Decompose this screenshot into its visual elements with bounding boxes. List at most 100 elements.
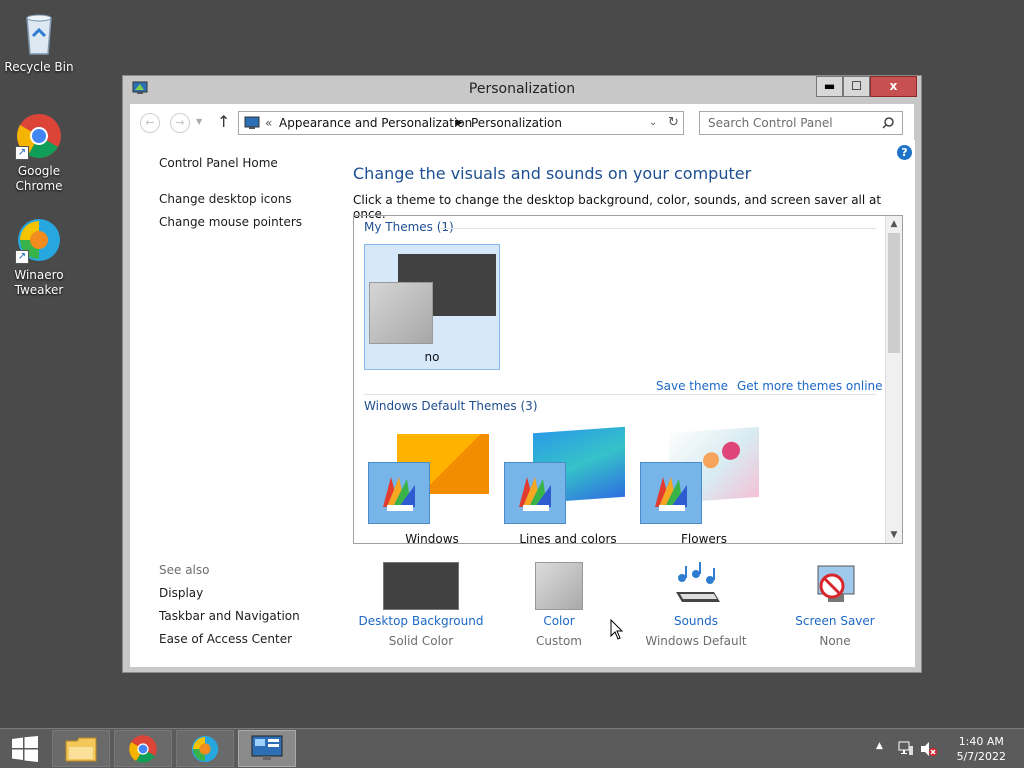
section-divider [440, 228, 876, 229]
breadcrumb-separator-icon[interactable]: ▶ [456, 112, 463, 134]
theme-name: Flowers [681, 532, 727, 544]
section-divider [364, 394, 876, 395]
taskbar-winaero-tweaker[interactable] [176, 730, 234, 767]
chrome-icon: ↗ [15, 112, 63, 160]
color-palette-icon [368, 462, 430, 524]
breadcrumb-personalization[interactable]: Personalization [471, 112, 562, 134]
search-icon [882, 117, 894, 129]
taskbar: ▲ 1:40 AM 5/7/2022 [0, 728, 1024, 768]
recycle-bin-icon [15, 8, 63, 56]
desktop-icon-label: Recycle Bin [4, 60, 74, 74]
page-title: Change the visuals and sounds on your co… [353, 164, 752, 183]
shortcut-arrow-icon: ↗ [15, 146, 29, 160]
color-preview [535, 562, 583, 610]
color-palette-icon [640, 462, 702, 524]
control-panel-home-link[interactable]: Control Panel Home [159, 156, 278, 170]
taskbar-control-panel[interactable] [238, 730, 296, 767]
see-also-heading: See also [159, 563, 210, 577]
color-label: Color [543, 614, 575, 628]
screen-saver-setting[interactable]: Screen Saver None [765, 562, 905, 648]
show-hidden-icons-icon[interactable]: ▲ [876, 741, 883, 751]
network-icon[interactable] [898, 740, 914, 756]
themes-list[interactable]: My Themes (1) no Save theme Get more the… [353, 215, 903, 544]
breadcrumb-appearance[interactable]: Appearance and Personalization [279, 112, 472, 134]
breadcrumb-overflow[interactable]: « [265, 112, 272, 134]
color-setting[interactable]: Color Custom [489, 562, 629, 648]
personalization-window: Personalization ▬ ☐ x ← → ▼ ↑ « Appearan… [122, 75, 922, 673]
scroll-up-arrow-icon[interactable]: ▲ [886, 216, 902, 232]
theme-name: no [424, 350, 440, 364]
taskbar-google-chrome[interactable] [114, 730, 172, 767]
windows-default-themes-heading: Windows Default Themes (3) [364, 399, 538, 413]
theme-preview-light [369, 282, 433, 344]
sounds-setting[interactable]: Sounds Windows Default [626, 562, 766, 648]
desktop-icon-google-chrome[interactable]: ↗ Google Chrome [1, 112, 77, 194]
taskbar-file-explorer[interactable] [52, 730, 110, 767]
mouse-cursor-icon [610, 619, 624, 640]
system-clock[interactable]: 1:40 AM 5/7/2022 [957, 734, 1006, 764]
save-theme-link[interactable]: Save theme [656, 379, 728, 393]
display-link[interactable]: Display [159, 586, 203, 600]
desktop-icon-label: Winaero Tweaker [14, 268, 64, 297]
help-icon[interactable]: ? [897, 145, 912, 160]
title-bar[interactable]: Personalization ▬ ☐ x [123, 76, 921, 104]
window-title: Personalization [468, 81, 576, 97]
up-one-level-icon[interactable]: ↑ [217, 112, 230, 131]
color-value: Custom [536, 634, 582, 648]
taskbar-and-navigation-link[interactable]: Taskbar and Navigation [159, 609, 300, 623]
minimize-button[interactable]: ▬ [816, 76, 843, 97]
maximize-button[interactable]: ☐ [843, 76, 870, 97]
get-more-themes-link[interactable]: Get more themes online [737, 379, 883, 393]
windows-logo-icon [12, 736, 38, 762]
change-mouse-pointers-link[interactable]: Change mouse pointers [159, 215, 302, 229]
clock-date: 5/7/2022 [956, 750, 1006, 763]
theme-name: Lines and colors [519, 532, 617, 544]
change-desktop-icons-link[interactable]: Change desktop icons [159, 192, 292, 206]
desktop-background-value: Solid Color [388, 634, 454, 648]
shortcut-arrow-icon: ↗ [15, 250, 29, 264]
close-button[interactable]: x [870, 76, 917, 97]
address-bar[interactable]: « Appearance and Personalization ▶ Perso… [238, 111, 684, 135]
screen-saver-value: None [819, 634, 851, 648]
theme-tile-windows[interactable]: Windows [364, 428, 500, 544]
chrome-icon [129, 735, 157, 763]
ease-of-access-center-link[interactable]: Ease of Access Center [159, 632, 292, 646]
scrollbar-thumb[interactable] [888, 233, 900, 353]
content-pane: Control Panel Home Change desktop icons … [130, 140, 915, 667]
refresh-icon[interactable]: ↻ [668, 112, 679, 134]
themes-scrollbar[interactable]: ▲ ▼ [885, 216, 902, 543]
back-button[interactable]: ← [140, 113, 160, 133]
desktop-icon-label: Google Chrome [15, 164, 63, 193]
search-placeholder: Search Control Panel [708, 116, 833, 130]
theme-tile-no[interactable]: no [364, 244, 500, 370]
address-dropdown-icon[interactable]: ⌄ [649, 112, 657, 134]
desktop-background-label: Desktop Background [358, 614, 484, 628]
screen-saver-icon [817, 565, 855, 602]
sounds-value: Windows Default [645, 634, 747, 648]
theme-name: Windows [405, 532, 459, 544]
scroll-down-arrow-icon[interactable]: ▼ [886, 527, 902, 543]
desktop-icon-recycle-bin[interactable]: Recycle Bin [1, 8, 77, 75]
control-panel-icon [251, 735, 283, 760]
file-explorer-icon [65, 737, 97, 762]
control-panel-icon [244, 116, 260, 129]
theme-tile-flowers[interactable]: Flowers [636, 426, 772, 544]
desktop-background-preview [383, 562, 459, 610]
winaero-tweaker-icon: ↗ [15, 216, 63, 264]
clock-time: 1:40 AM [958, 735, 1004, 748]
sounds-icon [676, 562, 720, 602]
recent-locations-dropdown-icon[interactable]: ▼ [196, 117, 202, 126]
navigation-bar: ← → ▼ ↑ « Appearance and Personalization… [130, 104, 914, 140]
screen-saver-label: Screen Saver [795, 614, 875, 628]
desktop-icon-winaero-tweaker[interactable]: ↗ Winaero Tweaker [1, 216, 77, 298]
start-button[interactable] [0, 729, 50, 768]
volume-muted-icon[interactable] [920, 741, 938, 757]
sounds-label: Sounds [673, 614, 719, 628]
forward-button[interactable]: → [170, 113, 190, 133]
color-palette-icon [504, 462, 566, 524]
theme-tile-lines-and-colors[interactable]: Lines and colors [500, 426, 636, 544]
search-input[interactable]: Search Control Panel [699, 111, 903, 135]
my-themes-heading: My Themes (1) [364, 220, 454, 234]
desktop-background-setting[interactable]: Desktop Background Solid Color [351, 562, 491, 648]
winaero-tweaker-icon [191, 735, 219, 763]
